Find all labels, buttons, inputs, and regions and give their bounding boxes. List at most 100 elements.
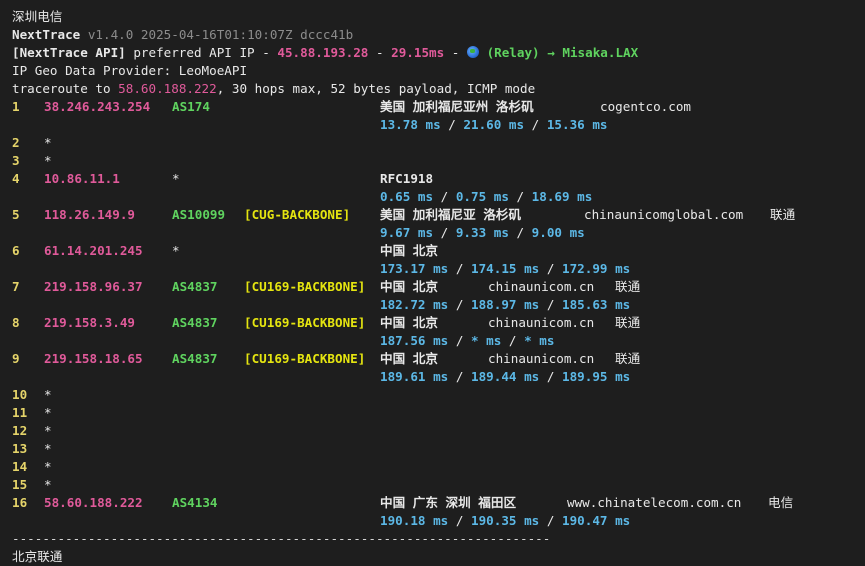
hop-geo: 美国 加利福尼亚州 洛杉矶: [380, 99, 534, 114]
hop-number: 10: [12, 387, 28, 402]
hop-row: 12 *: [12, 422, 852, 440]
hop-row: 2 *: [12, 134, 852, 152]
hop-number: 13: [12, 441, 28, 456]
hop-row: 6 61.14.201.245 * 中国 北京: [12, 242, 852, 260]
trace-target: 58.60.188.222: [118, 81, 217, 96]
hop-row: 8 219.158.3.49 AS4837 [CU169-BACKBONE] 中国 北京…: [12, 314, 852, 332]
hop-geo: RFC1918: [380, 171, 434, 186]
rtt-separator: /: [433, 189, 456, 204]
rtt-value: 189.44 ms: [471, 369, 540, 384]
rtt-separator: /: [448, 513, 471, 528]
trace-line: traceroute to 58.60.188.222, 30 hops max…: [12, 81, 536, 96]
hop-ip: 61.14.201.245: [44, 243, 143, 258]
rtt-value: 188.97 ms: [471, 297, 540, 312]
hop-number: 8: [12, 315, 20, 330]
hop-asn: *: [172, 171, 180, 186]
api-relay: (Relay) → Misaka.LAX: [486, 45, 639, 60]
app-name: NextTrace: [12, 27, 81, 42]
hop-row: 9 219.158.18.65 AS4837 [CU169-BACKBONE] 中国 北…: [12, 350, 852, 368]
hop-number: 1: [12, 99, 20, 114]
api-line: [NextTrace API] preferred API IP - 45.88…: [12, 45, 639, 60]
rtt-value: * ms: [471, 333, 502, 348]
hop-row: 10 *: [12, 386, 852, 404]
hop-row: 11 *: [12, 404, 852, 422]
hop-isp: 电信: [768, 495, 794, 510]
rtt-value: * ms: [524, 333, 555, 348]
hop-rtt: 187.56 ms / * ms / * ms: [380, 332, 554, 350]
hop-ip: 38.246.243.254: [44, 99, 151, 114]
rtt-separator: /: [524, 117, 547, 132]
hop-row: 14 *: [12, 458, 852, 476]
hop-isp: 联通: [615, 315, 641, 330]
hop-timeout: *: [44, 405, 52, 420]
rtt-value: 190.18 ms: [380, 513, 449, 528]
hop-row: 16 58.60.188.222 AS4134 中国 广东 深圳 福田区 www.chi…: [12, 494, 852, 512]
hop-hostname: www.chinatelecom.com.cn: [567, 495, 742, 510]
hop-hostname: cogentco.com: [600, 99, 691, 114]
version-info: v1.4.0 2025-04-16T01:10:07Z dccc41b: [87, 27, 354, 42]
rtt-value: 189.61 ms: [380, 369, 449, 384]
hop-geo: 中国 广东 深圳 福田区: [380, 495, 517, 510]
hop-hostname: chinaunicom.cn: [488, 315, 595, 330]
rtt-value: 13.78 ms: [380, 117, 441, 132]
api-latency: 29.15ms: [391, 45, 445, 60]
rtt-value: 174.15 ms: [471, 261, 540, 276]
hop-number: 5: [12, 207, 20, 222]
rtt-separator: /: [508, 189, 532, 204]
hop-isp: 联通: [615, 351, 641, 366]
hop-number: 2: [12, 135, 20, 150]
hop-row: 15 *: [12, 476, 852, 494]
hop-geo: 中国 北京: [380, 351, 438, 366]
hop-asn: AS174: [172, 99, 210, 114]
rtt-value: 185.63 ms: [562, 297, 631, 312]
hop-hostname: chinaunicom.cn: [488, 351, 595, 366]
rtt-value: 189.95 ms: [562, 369, 631, 384]
hop-hostname: chinaunicom.cn: [488, 279, 595, 294]
rtt-value: 172.99 ms: [562, 261, 631, 276]
rtt-separator: /: [448, 369, 471, 384]
separator-top: ----------------------------------------…: [12, 0, 550, 8]
api-ip: 45.88.193.28: [277, 45, 369, 60]
hop-timeout: *: [44, 387, 52, 402]
hop-number: 9: [12, 351, 20, 366]
hop-timeout: *: [44, 423, 52, 438]
hop-asn: AS4837: [172, 351, 218, 366]
hop-row: 3 *: [12, 152, 852, 170]
hop-rtt: 0.65 ms / 0.75 ms / 18.69 ms: [380, 188, 592, 206]
rtt-value: 0.65 ms: [380, 189, 434, 204]
api-tag: [NextTrace API]: [12, 45, 126, 60]
hop-timeout: *: [44, 153, 52, 168]
rtt-value: 15.36 ms: [546, 117, 608, 132]
hop-geo: 中国 北京: [380, 315, 438, 330]
hop-ip: 219.158.3.49: [44, 315, 135, 330]
hop-number: 16: [12, 495, 28, 510]
rtt-value: 9.00 ms: [531, 225, 585, 240]
location-title: 深圳电信: [12, 9, 63, 24]
hop-ip: 118.26.149.9: [44, 207, 135, 222]
separator-bottom: ----------------------------------------…: [12, 531, 551, 546]
rtt-value: 9.33 ms: [455, 225, 509, 240]
hop-timeout: *: [44, 477, 52, 492]
hop-asn: *: [172, 243, 180, 258]
hop-isp: 联通: [615, 279, 641, 294]
hop-ip: 219.158.18.65: [44, 351, 143, 366]
rtt-separator: /: [448, 261, 471, 276]
hop-asn: AS4837: [172, 315, 218, 330]
terminal-output: ----------------------------------------…: [0, 0, 865, 564]
rtt-value: 182.72 ms: [380, 297, 449, 312]
hop-backbone-tag: [CU169-BACKBONE]: [244, 279, 366, 294]
hop-rtt: 190.18 ms / 190.35 ms / 190.47 ms: [380, 512, 630, 530]
hop-ip: 219.158.96.37: [44, 279, 143, 294]
rtt-separator: /: [440, 117, 464, 132]
rtt-separator: /: [508, 225, 532, 240]
hop-rtt: 9.67 ms / 9.33 ms / 9.00 ms: [380, 224, 585, 242]
hop-row: 7 219.158.96.37 AS4837 [CU169-BACKBONE] 中国 北…: [12, 278, 852, 296]
rtt-separator: /: [539, 261, 562, 276]
hop-geo: 中国 北京: [380, 279, 438, 294]
hop-asn: AS4837: [172, 279, 218, 294]
hop-backbone-tag: [CU169-BACKBONE]: [244, 351, 366, 366]
geo-provider: IP Geo Data Provider: LeoMoeAPI: [12, 63, 248, 78]
rtt-separator: /: [539, 297, 562, 312]
hop-row: 13 *: [12, 440, 852, 458]
rtt-value: 9.67 ms: [380, 225, 434, 240]
